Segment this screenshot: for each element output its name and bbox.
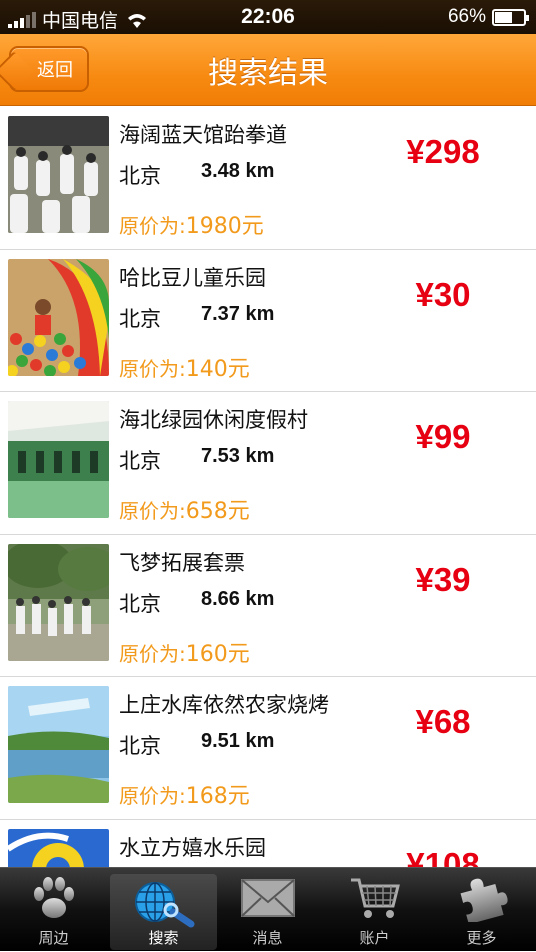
tab-label: 账户 — [359, 929, 390, 947]
envelope-icon — [240, 879, 295, 917]
original-price-label: 原价为: — [119, 641, 186, 666]
result-price: ¥39 — [415, 560, 471, 598]
result-distance: 7.37 km — [201, 302, 275, 325]
tab-account[interactable]: 账户 — [321, 868, 428, 952]
battery-icon — [492, 8, 529, 26]
result-distance: 3.48 km — [201, 160, 275, 182]
result-original-price: 原价为:1980元 — [119, 208, 264, 240]
result-row[interactable]: 海北绿园休闲度假村 北京 7.53 km 原价为:658元 ¥99 — [0, 392, 536, 535]
result-city: 北京 — [119, 591, 161, 616]
back-button-label: 返回 — [37, 60, 73, 81]
result-original-price: 原价为:160元 — [119, 636, 250, 668]
battery-percent: 66% — [447, 6, 486, 27]
taekwondo-thumbnail — [8, 116, 109, 233]
original-price-label: 原价为: — [119, 356, 186, 381]
result-city: 北京 — [119, 449, 161, 473]
tab-messages[interactable]: 消息 — [214, 868, 321, 952]
tab-nearby[interactable]: 周边 — [0, 868, 107, 952]
status-right: 66% — [447, 6, 529, 28]
tab-label: 消息 — [252, 929, 283, 947]
result-name: 海阔蓝天馆跆拳道 — [119, 123, 287, 147]
result-city: 北京 — [119, 306, 161, 331]
reservoir-thumbnail — [8, 686, 109, 803]
tab-search[interactable]: 搜索 — [110, 874, 217, 950]
original-price-value: 168元 — [185, 784, 250, 809]
result-price: ¥298 — [406, 133, 480, 170]
result-price: ¥108 — [406, 845, 480, 868]
paw-icon — [33, 877, 74, 918]
result-original-price: 原价为:140元 — [119, 351, 250, 383]
resort-thumbnail — [8, 401, 109, 518]
result-original-price: 原价为:658元 — [119, 493, 250, 525]
original-price-value: 1980元 — [185, 214, 264, 239]
result-name: 水立方嬉水乐园 — [119, 835, 266, 860]
waterpark-thumbnail — [8, 828, 109, 867]
tab-label: 周边 — [38, 929, 69, 947]
page-title: 搜索结果 — [208, 56, 328, 91]
tab-label: 搜索 — [148, 929, 179, 947]
original-price-label: 原价为: — [119, 784, 186, 808]
result-price: ¥99 — [415, 418, 471, 455]
result-price: ¥30 — [415, 275, 471, 313]
ballpit-thumbnail — [8, 258, 109, 376]
puzzle-icon — [460, 878, 508, 922]
original-price-label: 原价为: — [119, 499, 186, 523]
original-price-label: 原价为: — [119, 214, 186, 238]
outdoor-team-thumbnail — [8, 543, 109, 661]
result-distance: 7.53 km — [201, 445, 275, 467]
tab-more[interactable]: 更多 — [428, 868, 535, 952]
result-name: 上庄水库依然农家烧烤 — [119, 693, 329, 717]
result-row[interactable]: 海阔蓝天馆跆拳道 北京 3.48 km 原价为:1980元 ¥298 — [0, 107, 536, 250]
cart-icon — [350, 878, 400, 918]
tab-label: 更多 — [466, 929, 497, 947]
result-name: 飞梦拓展套票 — [119, 550, 245, 575]
result-row[interactable]: 飞梦拓展套票 北京 8.66 km 原价为:160元 ¥39 — [0, 534, 536, 677]
result-row[interactable]: 水立方嬉水乐园 ¥108 — [0, 819, 536, 868]
result-city: 北京 — [119, 734, 161, 758]
tab-bar: 周边 搜索 消息 账户 更多 — [0, 867, 536, 951]
nav-bar: 返回 搜索结果 — [0, 34, 536, 106]
result-original-price: 原价为:168元 — [119, 778, 250, 810]
result-name: 哈比豆儿童乐园 — [119, 265, 266, 290]
original-price-value: 140元 — [185, 356, 250, 382]
result-price: ¥68 — [415, 703, 471, 740]
result-city: 北京 — [119, 164, 161, 188]
result-name: 海北绿园休闲度假村 — [119, 408, 308, 432]
result-row[interactable]: 上庄水库依然农家烧烤 北京 9.51 km 原价为:168元 ¥68 — [0, 677, 536, 820]
globe-search-icon — [134, 882, 194, 928]
original-price-value: 160元 — [185, 641, 250, 667]
result-distance: 8.66 km — [201, 587, 275, 610]
original-price-value: 658元 — [185, 499, 250, 524]
results-list[interactable]: 海阔蓝天馆跆拳道 北京 3.48 km 原价为:1980元 ¥298 哈比豆儿童… — [0, 107, 536, 867]
result-row[interactable]: 哈比豆儿童乐园 北京 7.37 km 原价为:140元 ¥30 — [0, 249, 536, 392]
status-bar: 中国电信 22:06 66% — [0, 0, 536, 34]
result-distance: 9.51 km — [201, 730, 275, 752]
